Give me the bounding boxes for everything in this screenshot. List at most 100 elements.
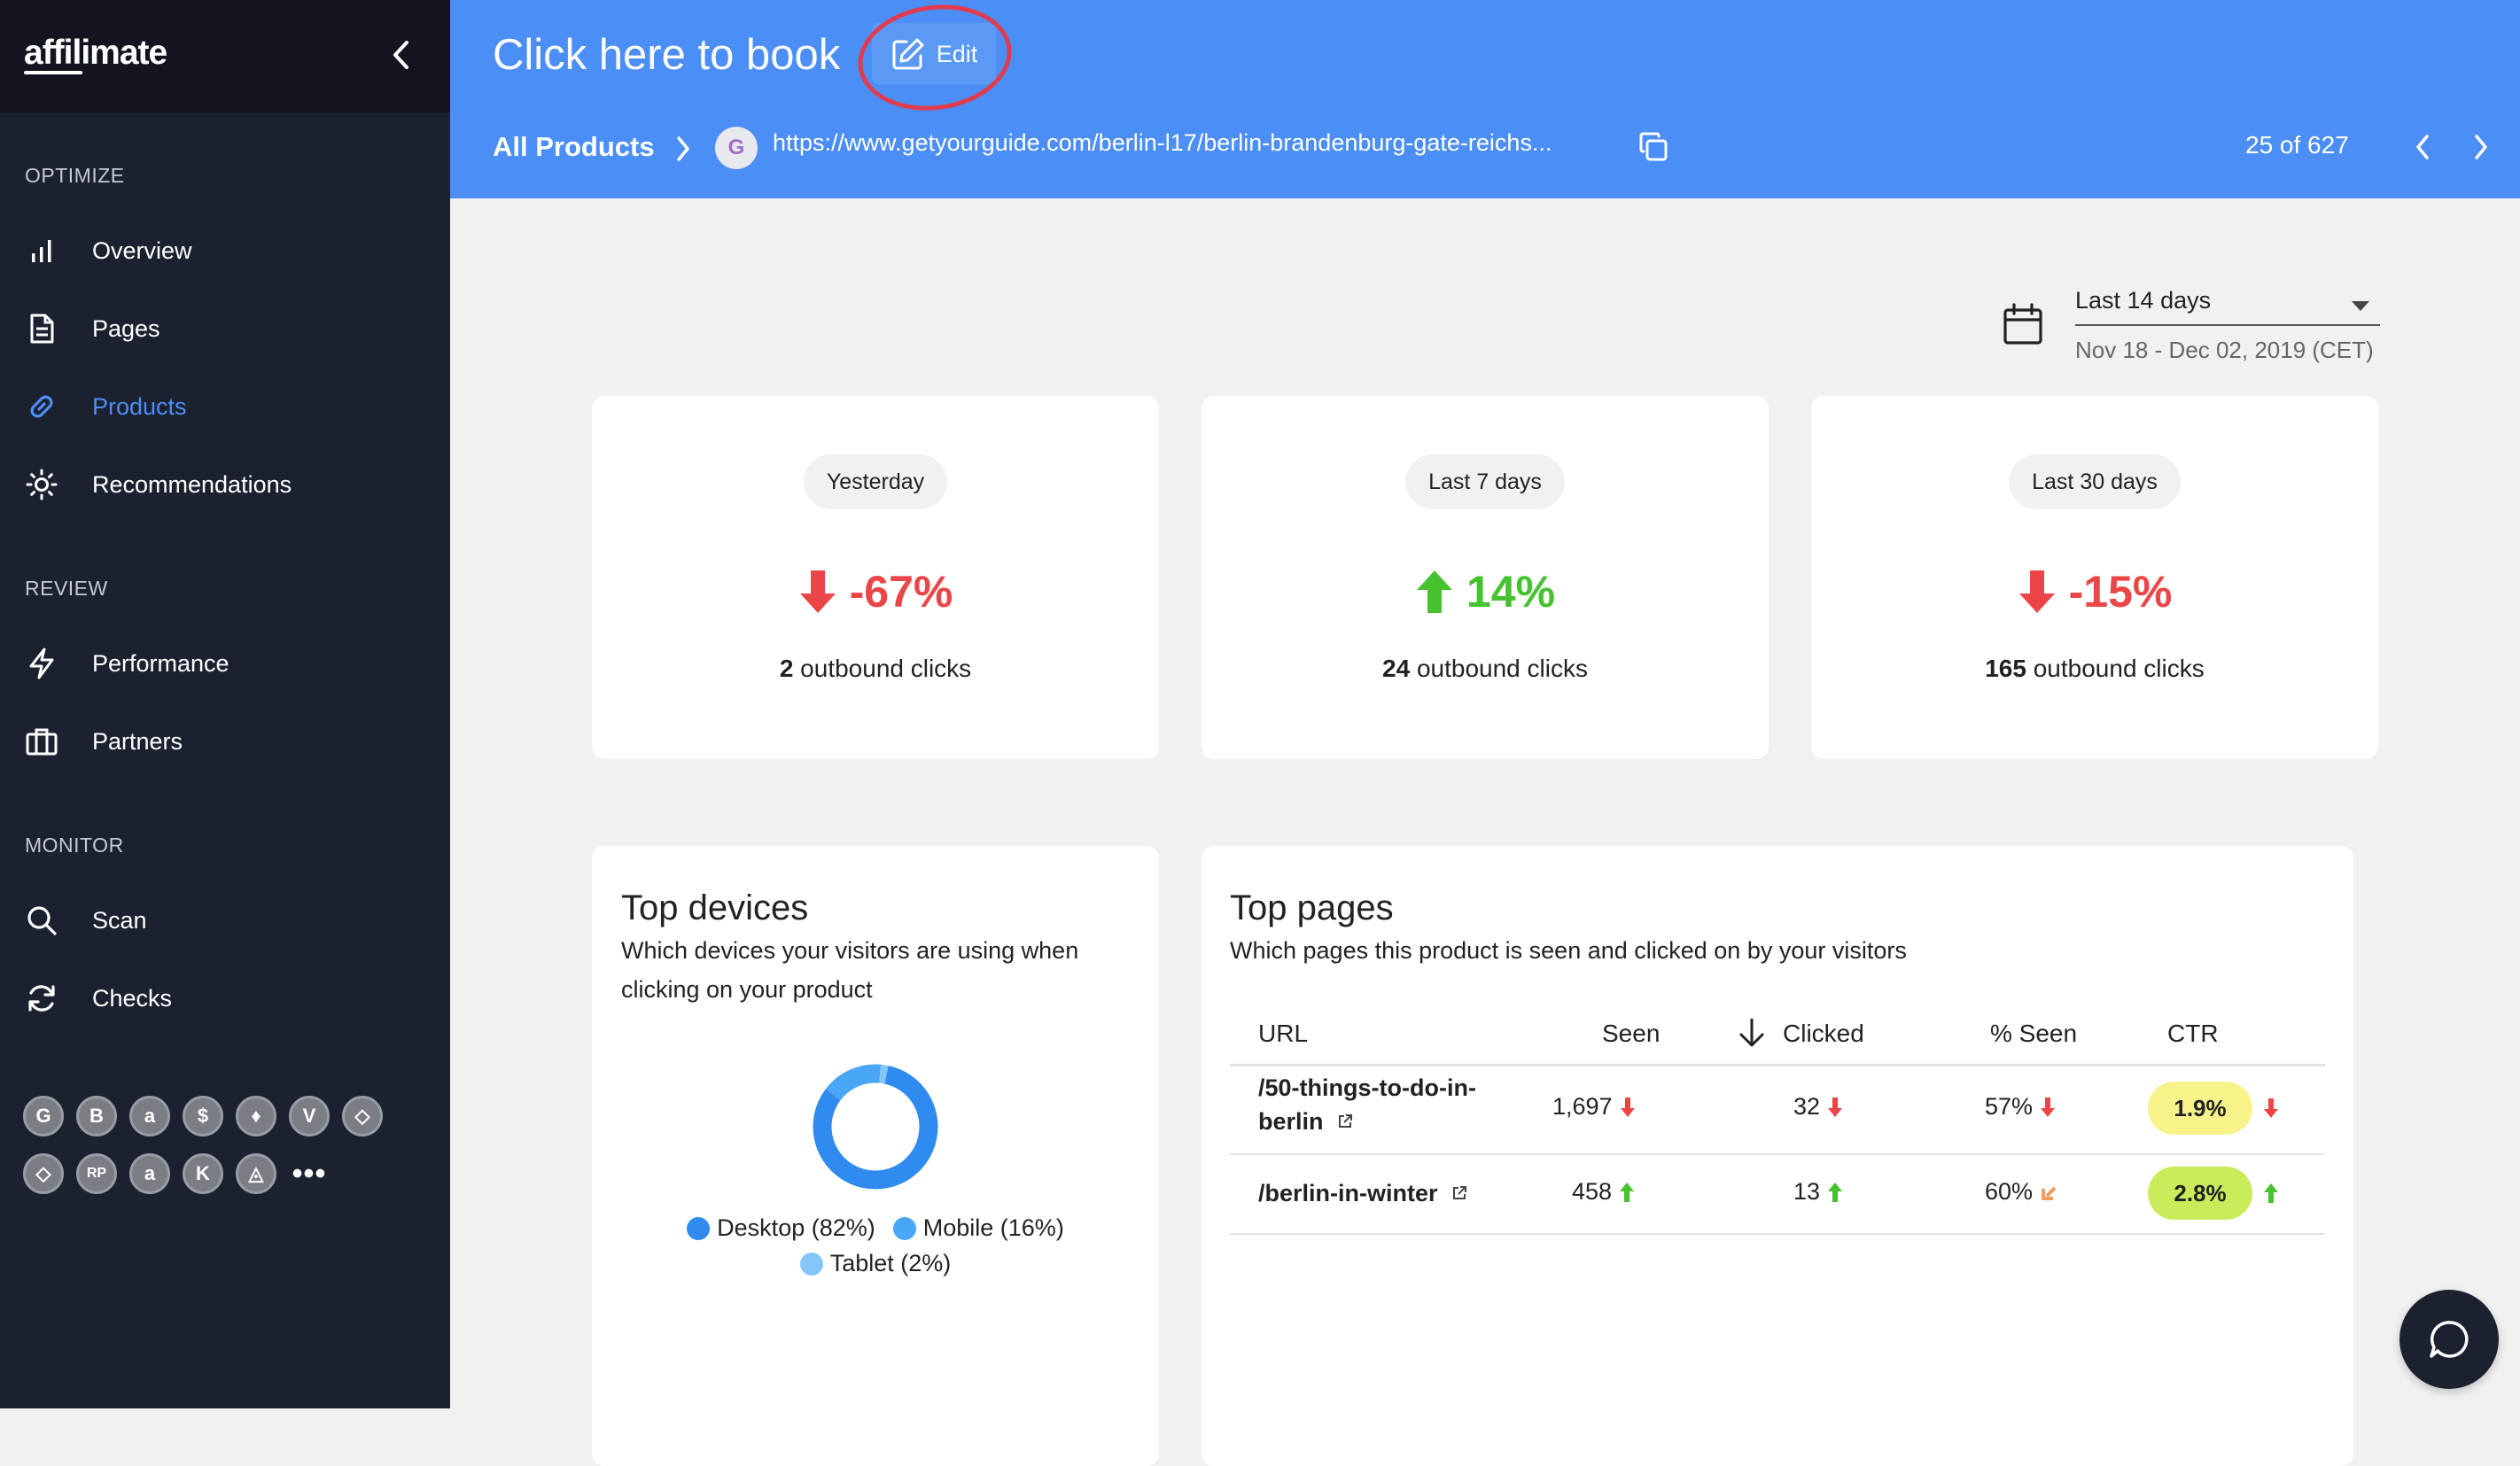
logo[interactable]: affilimate: [24, 34, 167, 73]
sidebar-item-partners[interactable]: Partners: [0, 710, 450, 772]
table-row-url[interactable]: /50-things-to-do-in- berlin: [1258, 1071, 1476, 1138]
top-devices-title: Top devices: [621, 888, 809, 927]
legend-label: Tablet (2%): [829, 1250, 952, 1276]
click-count: 24: [1382, 655, 1411, 682]
logo-underline: [24, 71, 82, 74]
refresh-icon: [23, 980, 60, 1017]
prev-product-button[interactable]: [2403, 128, 2442, 167]
date-range-select[interactable]: Last 14 days: [2075, 283, 2380, 326]
row-ctr: 2.8%: [2148, 1167, 2279, 1220]
edit-button-label: Edit: [936, 40, 978, 67]
more-partners-button[interactable]: •••: [289, 1153, 330, 1194]
row-pct-seen: 60%: [1985, 1178, 2057, 1206]
sidebar-item-scan[interactable]: Scan: [0, 889, 450, 951]
search-icon: [23, 902, 60, 939]
page-title: Click here to book: [493, 31, 841, 79]
column-header-pct-seen[interactable]: % Seen: [1990, 1020, 2077, 1048]
sidebar-item-overview[interactable]: Overview: [0, 220, 450, 282]
click-count-label: outbound clicks: [2033, 655, 2205, 682]
click-count-label: outbound clicks: [1416, 655, 1588, 682]
stat-card-last-30-days: Last 30 days -15% 165 outbound clicks: [1811, 396, 2378, 759]
header-divider: [1230, 1064, 2325, 1067]
url-line-1: /berlin-in-winter: [1258, 1180, 1438, 1206]
collapse-sidebar-button[interactable]: [381, 35, 420, 74]
click-count-label: outbound clicks: [800, 655, 972, 682]
change-value: 14%: [1202, 566, 1769, 617]
partner-diamond-icon[interactable]: ◇: [342, 1096, 383, 1136]
partner-icons-row-1: G B a $ ♦ V ◇: [23, 1096, 383, 1136]
period-pill: Last 7 days: [1405, 454, 1565, 509]
next-product-button[interactable]: [2462, 128, 2501, 167]
arrow-up-small-icon: [1620, 1182, 1635, 1202]
top-devices-desc-line2: clicking on your product: [621, 976, 873, 1003]
copy-url-button[interactable]: [1634, 128, 1673, 167]
seen-value: 1,697: [1552, 1093, 1613, 1120]
edit-icon: [892, 38, 924, 70]
bar-chart-icon: [23, 232, 60, 269]
column-header-url[interactable]: URL: [1258, 1020, 1308, 1048]
click-count: 165: [1985, 655, 2026, 682]
stat-card-yesterday: Yesterday -67% 2 outbound clicks: [592, 396, 1159, 759]
lightning-icon: [23, 645, 60, 682]
caret-down-icon: [2352, 301, 2369, 311]
partner-booking-icon[interactable]: B: [76, 1096, 117, 1136]
sidebar-item-label: Partners: [92, 727, 183, 755]
partner-airbnb-icon[interactable]: ◬: [236, 1153, 276, 1194]
sidebar-item-performance[interactable]: Performance: [0, 632, 450, 694]
section-label-monitor: MONITOR: [25, 834, 124, 857]
table-row-url[interactable]: /berlin-in-winter: [1258, 1176, 1468, 1210]
chat-bubble-icon: [2430, 1321, 2469, 1358]
chat-button[interactable]: [2399, 1290, 2499, 1389]
chevron-right-icon: [668, 131, 698, 167]
top-pages-card: Top pages Which pages this product is se…: [1202, 846, 2353, 1466]
column-header-seen[interactable]: Seen: [1602, 1020, 1660, 1048]
sidebar-item-pages[interactable]: Pages: [0, 298, 450, 360]
outbound-clicks: 2 outbound clicks: [592, 655, 1159, 683]
row-divider: [1230, 1153, 2325, 1155]
sidebar-item-recommendations[interactable]: Recommendations: [0, 454, 450, 516]
partner-rp-icon[interactable]: RP: [76, 1153, 117, 1194]
pct-seen-value: 60%: [1985, 1178, 2034, 1205]
top-pages-desc: Which pages this product is seen and cli…: [1230, 937, 1907, 964]
row-clicked: 13: [1793, 1178, 1843, 1206]
getyourguide-favicon: G: [715, 127, 758, 169]
column-header-clicked[interactable]: Clicked: [1783, 1020, 1864, 1048]
sidebar-item-label: Scan: [92, 906, 147, 934]
external-link-icon[interactable]: [1336, 1113, 1354, 1130]
sort-arrow-down-icon[interactable]: [1737, 1016, 1767, 1050]
partner-getyourguide-icon[interactable]: G: [23, 1096, 64, 1136]
sidebar-item-products[interactable]: Products: [0, 376, 450, 438]
arrow-up-small-icon: [1828, 1182, 1843, 1202]
partner-amazon-icon[interactable]: a: [129, 1096, 170, 1136]
breadcrumb-all-products[interactable]: All Products: [493, 131, 655, 163]
change-percent: -67%: [849, 567, 953, 617]
external-link-icon[interactable]: [1451, 1184, 1468, 1202]
sidebar-item-checks[interactable]: Checks: [0, 967, 450, 1029]
url-line-2: berlin: [1258, 1108, 1324, 1135]
partner-money-icon[interactable]: $: [183, 1096, 223, 1136]
edit-button[interactable]: Edit: [872, 23, 996, 85]
partner-gem-icon[interactable]: ♦: [236, 1096, 276, 1136]
legend-label: Mobile (16%): [922, 1214, 1064, 1241]
calendar-icon[interactable]: [2003, 303, 2043, 345]
url-line-1: /50-things-to-do-in-: [1258, 1074, 1476, 1101]
legend-item-desktop: Desktop (82%): [687, 1214, 875, 1242]
partner-viator-icon[interactable]: V: [289, 1096, 330, 1136]
date-range-value: Last 14 days: [2075, 287, 2212, 314]
period-pill: Last 30 days: [2009, 454, 2181, 509]
partner-diamond-icon[interactable]: ◇: [23, 1153, 64, 1194]
copy-icon: [1639, 132, 1668, 161]
legend-label: Desktop (82%): [717, 1214, 875, 1241]
product-url-link[interactable]: https://www.getyourguide.com/berlin-l17/…: [773, 129, 1552, 157]
column-header-ctr[interactable]: CTR: [2167, 1020, 2219, 1048]
partner-amazon-icon[interactable]: a: [129, 1153, 170, 1194]
ctr-badge: 1.9%: [2148, 1082, 2252, 1135]
arrow-down-left-small-icon: [2042, 1186, 2057, 1200]
legend-dot: [799, 1252, 823, 1276]
document-icon: [23, 310, 60, 347]
chevron-right-icon: [2475, 135, 2487, 159]
partner-k-icon[interactable]: K: [183, 1153, 223, 1194]
section-label-optimize: OPTIMIZE: [25, 164, 125, 187]
arrow-up-small-icon: [2264, 1183, 2278, 1203]
ctr-badge: 2.8%: [2148, 1167, 2252, 1220]
